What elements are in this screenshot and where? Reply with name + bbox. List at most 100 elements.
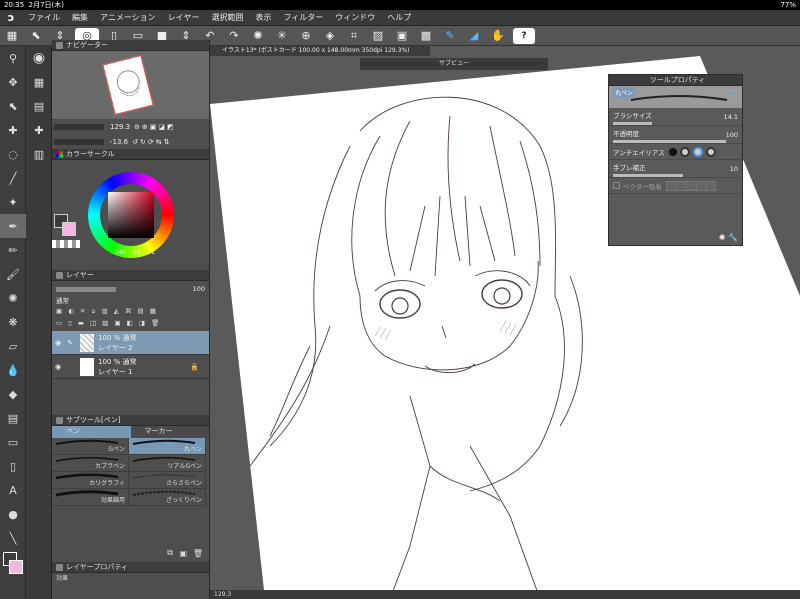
help-icon[interactable]: ? xyxy=(513,27,535,44)
brush-item[interactable]: Gペン xyxy=(52,438,129,455)
navigator-dock-icon[interactable]: ◉ xyxy=(26,46,52,70)
menu-edit[interactable]: 編集 xyxy=(66,12,94,23)
menu-layer[interactable]: レイヤー xyxy=(162,12,206,23)
operation-tool-icon[interactable]: ⬉ xyxy=(0,94,26,118)
brush-item[interactable]: 効果線用 xyxy=(52,489,129,506)
history-dock-icon[interactable]: ▥ xyxy=(26,142,52,166)
visibility-eye-icon[interactable]: ◉ xyxy=(52,363,64,371)
tool-wrench-icon[interactable]: 🔧 xyxy=(730,91,738,99)
vector-snap-checkbox[interactable] xyxy=(613,182,620,189)
layer-actions-row[interactable]: ▭ ▯ ▬ ◫ ▨ ▣ ◧ ◨ 🗑 xyxy=(56,319,205,331)
pen-tool-icon[interactable]: ✒ xyxy=(0,214,26,238)
pencil-tool-icon[interactable]: ✏ xyxy=(0,238,26,262)
menu-selection[interactable]: 選択範囲 xyxy=(205,12,249,23)
saturation-value-square[interactable] xyxy=(108,192,154,238)
move-tool-icon[interactable]: ✥ xyxy=(0,70,26,94)
rotate-right-icon[interactable]: ↻ xyxy=(140,138,146,146)
hue-ring[interactable] xyxy=(88,172,174,258)
tab-marker[interactable]: マーカー xyxy=(130,426,209,438)
layer-row[interactable]: ◉ ✎ 100 % 通常 レイヤー 2 xyxy=(52,331,209,355)
flip-icon[interactable]: ◩ xyxy=(167,123,174,131)
eraser-icon[interactable]: ▱ xyxy=(0,334,26,358)
sub-color-chip[interactable] xyxy=(62,222,76,236)
antialias-none-icon[interactable] xyxy=(668,147,677,156)
actual-size-icon[interactable]: ◪ xyxy=(158,123,165,131)
vector-snap-options[interactable] xyxy=(665,180,716,191)
layer-row[interactable]: ◉ 100 % 通常 レイヤー 1 🔒 xyxy=(52,355,209,379)
brush-item[interactable]: 丸ペン xyxy=(129,438,206,455)
pen-pressure-icon[interactable]: ✎ xyxy=(441,28,459,44)
lock-icon[interactable]: 🔒 xyxy=(190,363,199,371)
grid-icon[interactable]: ▦ xyxy=(3,28,21,44)
ruler-icon[interactable]: ▯ xyxy=(0,454,26,478)
flip-h-icon[interactable]: ⇆ xyxy=(156,138,162,146)
layer-header[interactable]: レイヤー xyxy=(52,270,209,281)
lasso-icon[interactable]: ◌ xyxy=(0,142,26,166)
flip-v-icon[interactable]: ⇅ xyxy=(164,138,170,146)
rotate-left-icon[interactable]: ↺ xyxy=(132,138,138,146)
zoom-in-icon[interactable]: ⊕ xyxy=(142,123,148,131)
menu-filter[interactable]: フィルター xyxy=(277,12,329,23)
transparent-color-icon[interactable] xyxy=(52,240,80,248)
invert-selection-icon[interactable]: ▣ xyxy=(393,28,411,44)
zoom-slider[interactable] xyxy=(54,123,104,130)
pen-lock-icon[interactable]: ✎ xyxy=(64,339,76,347)
decoration-icon[interactable]: ❋ xyxy=(0,310,26,334)
menu-view[interactable]: 表示 xyxy=(249,12,277,23)
layer-dock-icon[interactable]: ▤ xyxy=(26,94,52,118)
ruler-snap-icon[interactable]: ◢ xyxy=(465,28,483,44)
menu-window[interactable]: ウィンドウ xyxy=(329,12,381,23)
menu-animation[interactable]: アニメーション xyxy=(94,12,162,23)
subtool-settings-icon[interactable]: ▣ xyxy=(179,549,187,558)
selection-grid-icon[interactable]: ▩ xyxy=(417,28,435,44)
transform-icon[interactable]: ⊕ xyxy=(297,28,315,44)
tab-pen[interactable]: ペン xyxy=(52,426,131,438)
edge-keyboard-icon[interactable]: ✋ xyxy=(489,28,507,44)
color-set-dock-icon[interactable]: ▦ xyxy=(26,70,52,94)
antialias-strong-icon[interactable] xyxy=(705,146,716,157)
brush-item[interactable]: カブラペン xyxy=(52,455,129,472)
figure-icon[interactable]: ▭ xyxy=(0,430,26,454)
layer-opacity-slider[interactable] xyxy=(56,286,116,292)
line-correction-icon[interactable]: ╲ xyxy=(0,526,26,550)
tool-settings-icon[interactable]: 🔧 xyxy=(728,233,738,242)
menu-file[interactable]: ファイル xyxy=(22,12,66,23)
document-tab[interactable]: イラスト13* (ポストカード 100.00 x 148.00mm 350dpi… xyxy=(210,46,430,56)
menu-help[interactable]: ヘルプ xyxy=(381,12,417,23)
brush-tool-icon[interactable]: 🖌 xyxy=(0,262,26,286)
loading-icon[interactable]: ✺ xyxy=(249,28,267,44)
fill-icon[interactable]: ◈ xyxy=(321,28,339,44)
material-dock-icon[interactable]: ✚ xyxy=(26,118,52,142)
brush-item[interactable]: カリグラフィ xyxy=(52,472,129,489)
clear-icon[interactable]: ✳ xyxy=(273,28,291,44)
fit-icon[interactable]: ▣ xyxy=(150,123,157,131)
gradient-icon[interactable]: ▤ xyxy=(0,406,26,430)
color-swatch-icon[interactable] xyxy=(0,550,26,580)
subtool-header[interactable]: サブツール[ペン] xyxy=(52,415,209,426)
antialias-medium-icon[interactable] xyxy=(692,146,703,157)
reset-rotation-icon[interactable]: ⟳ xyxy=(148,138,154,146)
select-arrow-icon[interactable]: ⬉ xyxy=(27,28,45,44)
airbrush-icon[interactable]: ✺ xyxy=(0,286,26,310)
crop-icon[interactable]: ⌗ xyxy=(345,28,363,44)
sub-color-swatch[interactable] xyxy=(9,560,23,574)
brush-item[interactable]: リアルGペン xyxy=(129,455,206,472)
brush-item[interactable]: さらさらペン xyxy=(129,472,206,489)
navigator-header[interactable]: ナビゲーター xyxy=(52,40,209,51)
balloon-icon[interactable]: ● xyxy=(0,502,26,526)
layer-tools-row[interactable]: ▣ ◐ ✕ ⌂ ▥ ◭ ⌘ ▤ ▦ xyxy=(56,307,205,319)
auto-select-icon[interactable]: ✦ xyxy=(0,190,26,214)
brush-item[interactable]: ざっくりペン xyxy=(129,489,206,506)
subview-window[interactable]: サブビュー xyxy=(360,58,548,70)
redo-icon[interactable]: ↷ xyxy=(225,28,243,44)
layer-move-icon[interactable]: ✚ xyxy=(0,118,26,142)
visibility-eye-icon[interactable]: ◉ xyxy=(52,339,64,347)
zoom-out-icon[interactable]: ⊖ xyxy=(134,123,140,131)
copy-subtool-icon[interactable]: ⧉ xyxy=(167,548,173,558)
reset-tool-icon[interactable]: ✺ xyxy=(719,233,726,242)
deselect-icon[interactable]: ▨ xyxy=(369,28,387,44)
color-circle-header[interactable]: カラーサークル xyxy=(52,149,209,160)
zoom-tool-icon[interactable]: ⚲ xyxy=(0,46,26,70)
navigator-preview[interactable] xyxy=(52,51,209,119)
blend-mode-select[interactable]: 通常 xyxy=(56,295,205,307)
